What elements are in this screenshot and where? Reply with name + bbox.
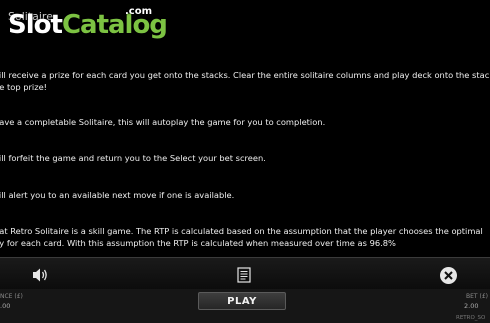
balance-value: .00: [0, 302, 11, 310]
rtp-rule-line-1: hat Retro Solitaire is a skill game. The…: [0, 226, 483, 236]
game-screen: Solitaire SlotCatalog .com vill receive …: [0, 0, 490, 323]
watermark-slot: Slot: [8, 10, 63, 40]
speaker-icon: [33, 268, 47, 282]
autoplay-rule: have a completable Solitaire, this will …: [0, 117, 326, 127]
game-name: RETRO_SO: [456, 315, 486, 321]
prize-rule-line-1: vill receive a prize for each card you g…: [0, 70, 490, 80]
bet-label: BET (£): [466, 293, 488, 300]
hint-rule: vill alert you to an available next move…: [0, 190, 235, 200]
watermark-com: .com: [125, 6, 153, 17]
play-button[interactable]: PLAY: [198, 292, 286, 310]
sound-button[interactable]: [32, 266, 50, 284]
prize-rule-line-2: he top prize!: [0, 81, 48, 92]
toolbar: [0, 257, 490, 290]
rtp-rule-line-2: gy for each card. With this assumption t…: [0, 238, 396, 248]
rules-button[interactable]: [235, 266, 253, 284]
balance-label: NCE (£): [0, 293, 23, 300]
bottom-bar: NCE (£) .00 PLAY BET (£) 2.00 RETRO_SO: [0, 289, 490, 323]
forfeit-rule: vill forfeit the game and return you to …: [0, 153, 266, 163]
close-icon: [439, 266, 457, 284]
bet-value: 2.00: [464, 302, 479, 310]
close-button[interactable]: [439, 266, 457, 284]
document-icon: [237, 267, 251, 283]
